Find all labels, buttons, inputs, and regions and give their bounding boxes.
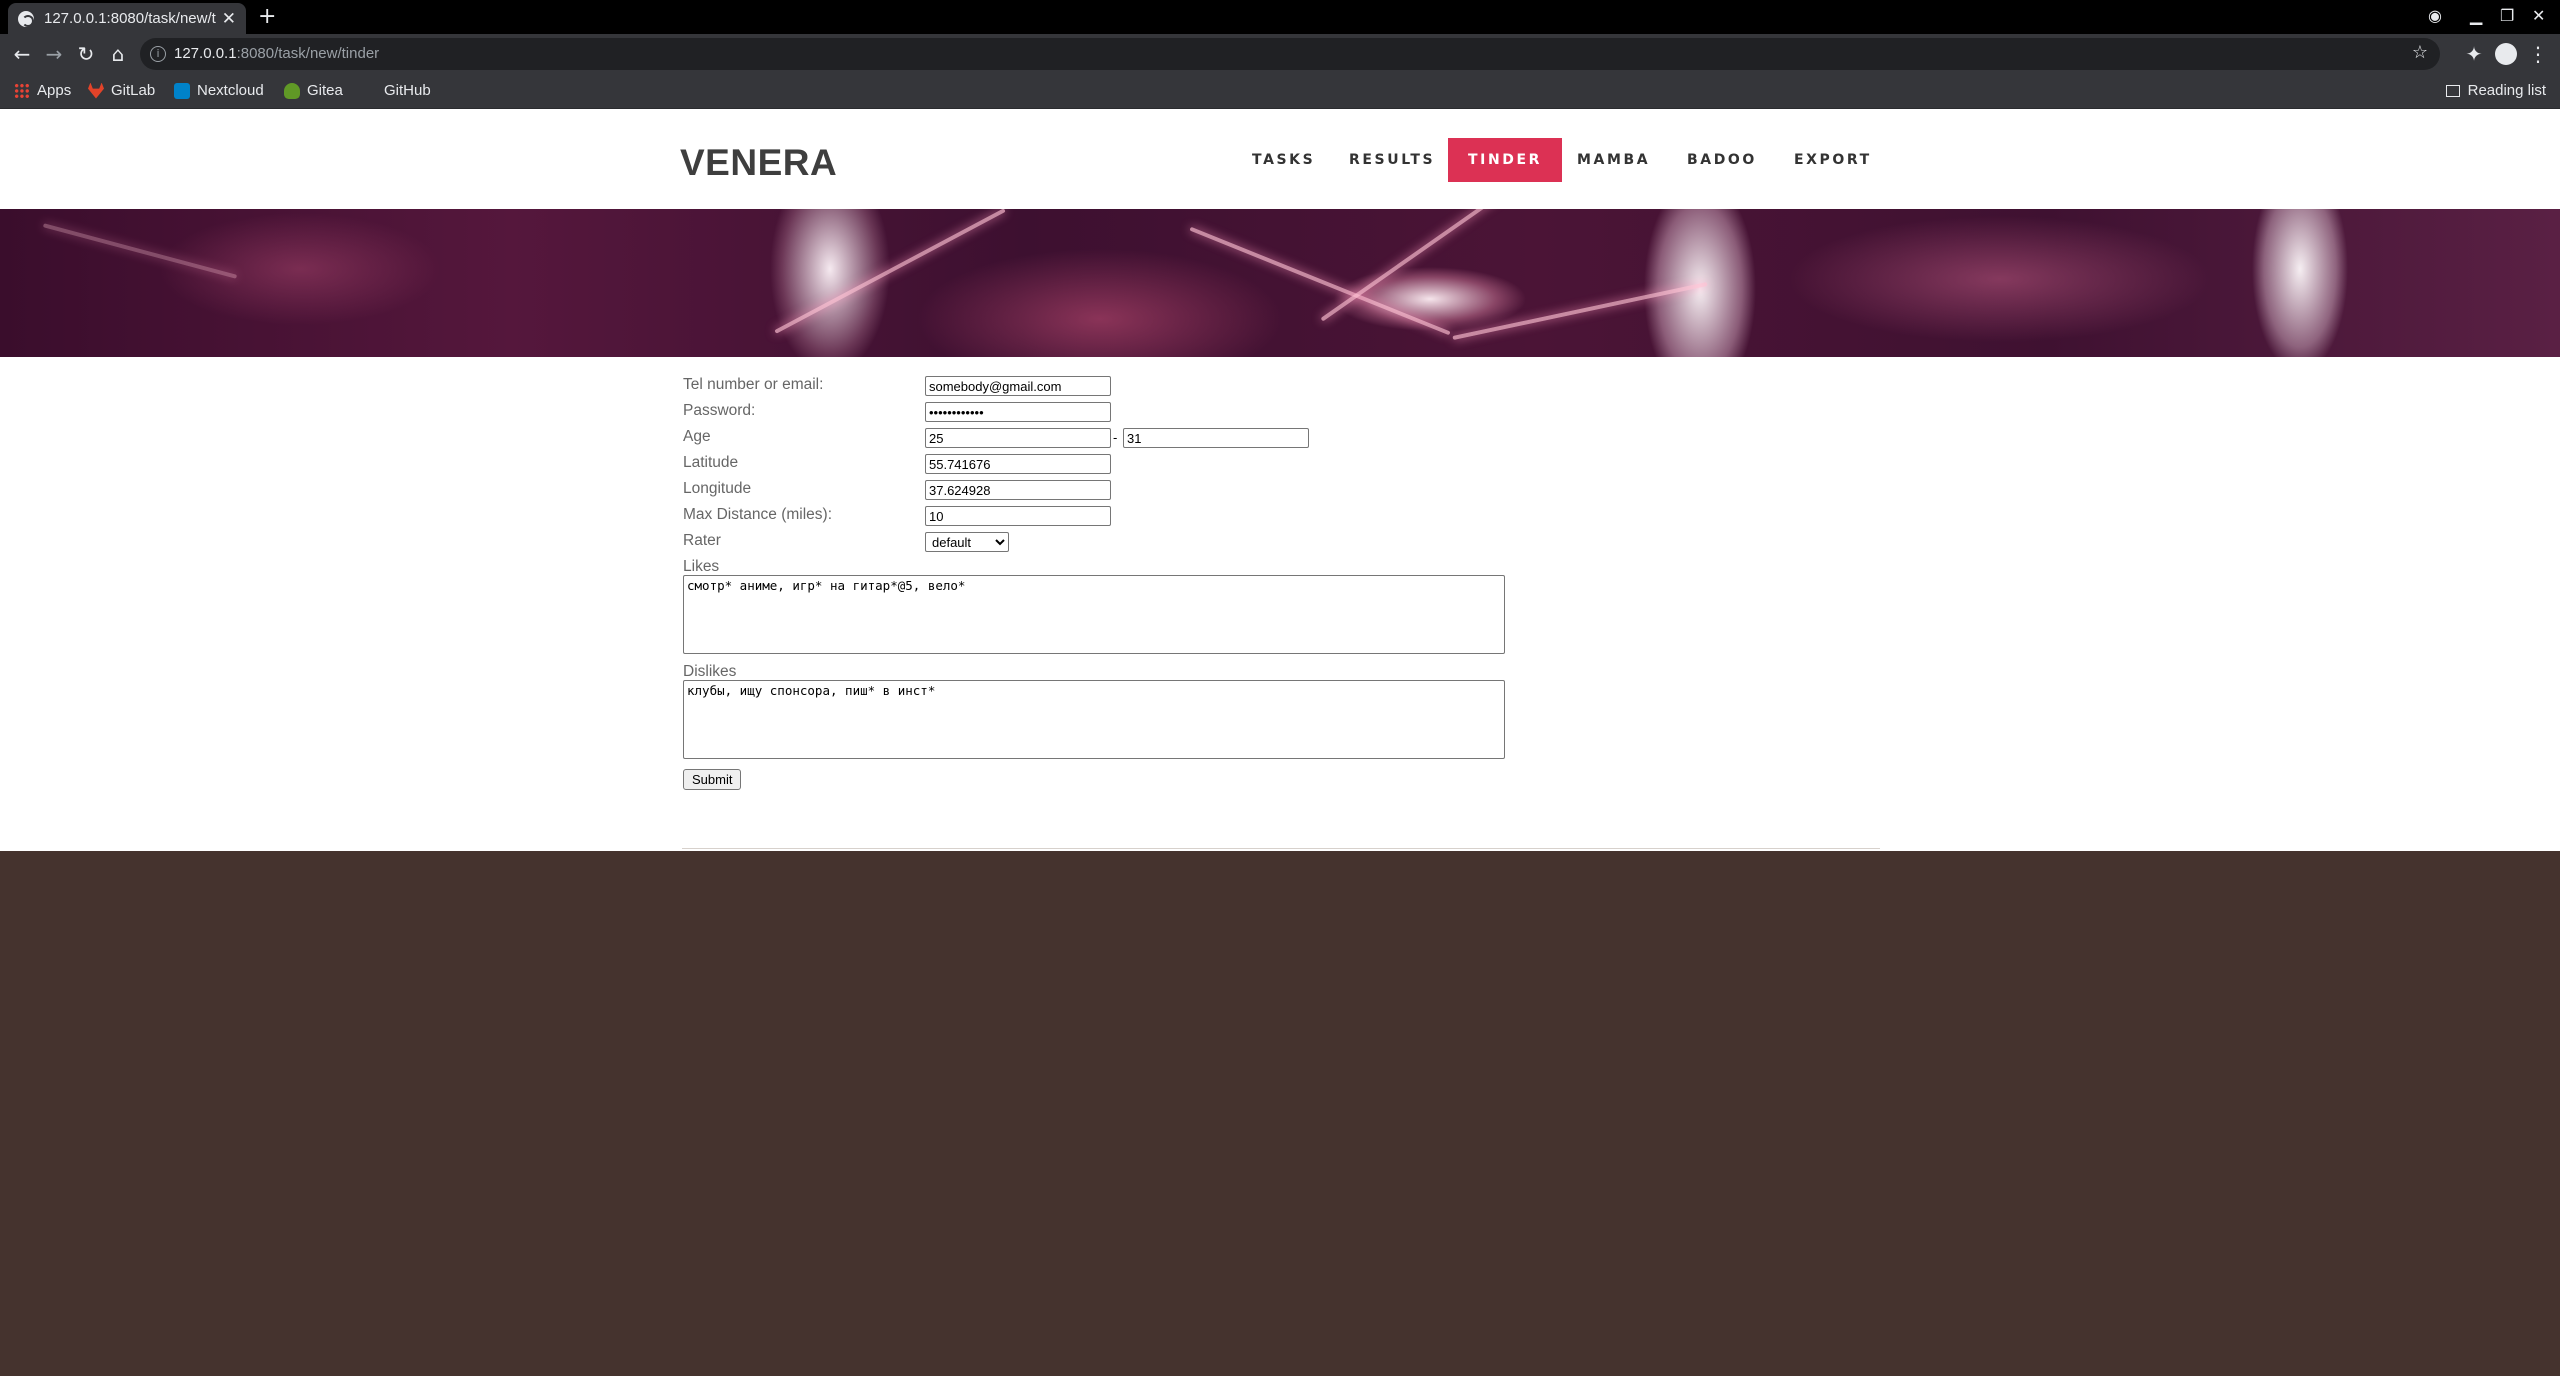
tab-title: 127.0.0.1:8080/task/new/tinder bbox=[44, 10, 216, 27]
apps-grid-icon bbox=[14, 82, 30, 99]
browser-tab[interactable]: 127.0.0.1:8080/task/new/tinder ✕ bbox=[8, 3, 246, 34]
web-page: VENERA TASKS RESULTS TINDER MAMBA BADOO … bbox=[0, 109, 2560, 1376]
tab-search-icon[interactable]: ◉ bbox=[2428, 4, 2442, 28]
browser-tab-strip: 127.0.0.1:8080/task/new/tinder ✕ + ◉ ▁ ❐… bbox=[0, 0, 2560, 34]
hero-banner-image bbox=[0, 209, 2560, 357]
age-label: Age bbox=[683, 428, 711, 445]
login-label: Tel number or email: bbox=[683, 376, 824, 393]
globe-icon bbox=[18, 10, 34, 27]
bookmark-label: GitLab bbox=[111, 82, 156, 99]
minimize-icon[interactable]: ▁ bbox=[2470, 4, 2482, 28]
likes-textarea[interactable]: смотр* аниме, игр* на гитар*@5, вело* bbox=[683, 575, 1505, 654]
new-tab-button[interactable]: + bbox=[258, 3, 276, 31]
reading-list-icon bbox=[2445, 84, 2460, 97]
bookmark-label: Nextcloud bbox=[197, 82, 264, 99]
site-header: VENERA TASKS RESULTS TINDER MAMBA BADOO … bbox=[0, 109, 2560, 209]
rater-select[interactable]: default bbox=[925, 532, 1009, 552]
latitude-label: Latitude bbox=[683, 454, 739, 471]
nav-tasks[interactable]: TASKS bbox=[1232, 138, 1335, 182]
home-icon[interactable]: ⌂ bbox=[104, 40, 132, 68]
bookmark-nextcloud[interactable]: Nextcloud bbox=[174, 82, 264, 99]
nav-mamba[interactable]: MAMBA bbox=[1557, 138, 1670, 182]
bookmark-apps[interactable]: Apps bbox=[14, 82, 71, 99]
address-bar[interactable]: i 127.0.0.1:8080/task/new/tinder ☆ bbox=[140, 38, 2440, 70]
site-info-icon[interactable]: i bbox=[150, 46, 166, 62]
gitea-icon bbox=[284, 82, 300, 99]
site-logo[interactable]: VENERA bbox=[680, 142, 837, 184]
longitude-label: Longitude bbox=[683, 480, 752, 497]
gitlab-icon bbox=[88, 82, 104, 99]
longitude-input[interactable] bbox=[925, 480, 1111, 500]
bookmark-label: GitHub bbox=[384, 82, 431, 99]
url-path: :8080/task/new/tinder bbox=[236, 45, 380, 62]
close-window-icon[interactable]: ✕ bbox=[2532, 4, 2545, 28]
page-footer-area bbox=[0, 851, 2560, 1376]
bookmark-github[interactable]: GitHub bbox=[384, 82, 431, 99]
content-divider bbox=[682, 848, 1880, 849]
extensions-puzzle-icon[interactable]: ✦ bbox=[2460, 40, 2488, 68]
nav-badoo[interactable]: BADOO bbox=[1667, 138, 1777, 182]
url-text: 127.0.0.1:8080/task/new/tinder bbox=[174, 45, 379, 62]
reading-list-button[interactable]: Reading list bbox=[2445, 82, 2546, 99]
nextcloud-icon bbox=[174, 82, 190, 99]
maximize-icon[interactable]: ❐ bbox=[2500, 4, 2514, 28]
bookmarks-bar: Apps GitLab Nextcloud Gitea GitHub Readi… bbox=[0, 74, 2560, 109]
reading-list-label: Reading list bbox=[2467, 82, 2546, 99]
profile-avatar-icon[interactable] bbox=[2492, 40, 2520, 68]
age-to-input[interactable] bbox=[1123, 428, 1309, 448]
bookmark-label: Gitea bbox=[307, 82, 343, 99]
age-separator: - bbox=[1113, 430, 1118, 445]
login-input[interactable] bbox=[925, 376, 1111, 396]
rater-label: Rater bbox=[683, 532, 721, 549]
back-arrow-icon[interactable]: ← bbox=[8, 40, 36, 68]
url-host: 127.0.0.1 bbox=[174, 45, 237, 62]
tab-close-icon[interactable]: ✕ bbox=[222, 9, 236, 29]
password-label: Password: bbox=[683, 402, 756, 419]
browser-toolbar: ← → ↻ ⌂ i 127.0.0.1:8080/task/new/tinder… bbox=[0, 34, 2560, 74]
max-distance-label: Max Distance (miles): bbox=[683, 506, 832, 523]
kebab-menu-icon[interactable]: ⋮ bbox=[2524, 40, 2552, 68]
nav-export[interactable]: EXPORT bbox=[1774, 138, 1892, 182]
nav-tinder[interactable]: TINDER bbox=[1448, 138, 1563, 182]
latitude-input[interactable] bbox=[925, 454, 1111, 474]
form-section: Tel number or email: Password: Age - Lat… bbox=[0, 357, 2560, 851]
reload-icon[interactable]: ↻ bbox=[72, 40, 100, 68]
max-distance-input[interactable] bbox=[925, 506, 1111, 526]
age-from-input[interactable] bbox=[925, 428, 1111, 448]
nav-results[interactable]: RESULTS bbox=[1329, 138, 1455, 182]
password-input[interactable] bbox=[925, 402, 1111, 422]
likes-label: Likes bbox=[683, 558, 720, 575]
bookmark-gitlab[interactable]: GitLab bbox=[88, 82, 155, 99]
bookmark-label: Apps bbox=[37, 82, 72, 99]
bookmark-gitea[interactable]: Gitea bbox=[284, 82, 343, 99]
forward-arrow-icon[interactable]: → bbox=[40, 40, 68, 68]
dislikes-label: Dislikes bbox=[683, 663, 737, 680]
submit-button[interactable]: Submit bbox=[683, 769, 742, 790]
bookmark-star-icon[interactable]: ☆ bbox=[2412, 42, 2428, 63]
dislikes-textarea[interactable]: клубы, ищу спонсора, пиш* в инст* bbox=[683, 680, 1505, 759]
